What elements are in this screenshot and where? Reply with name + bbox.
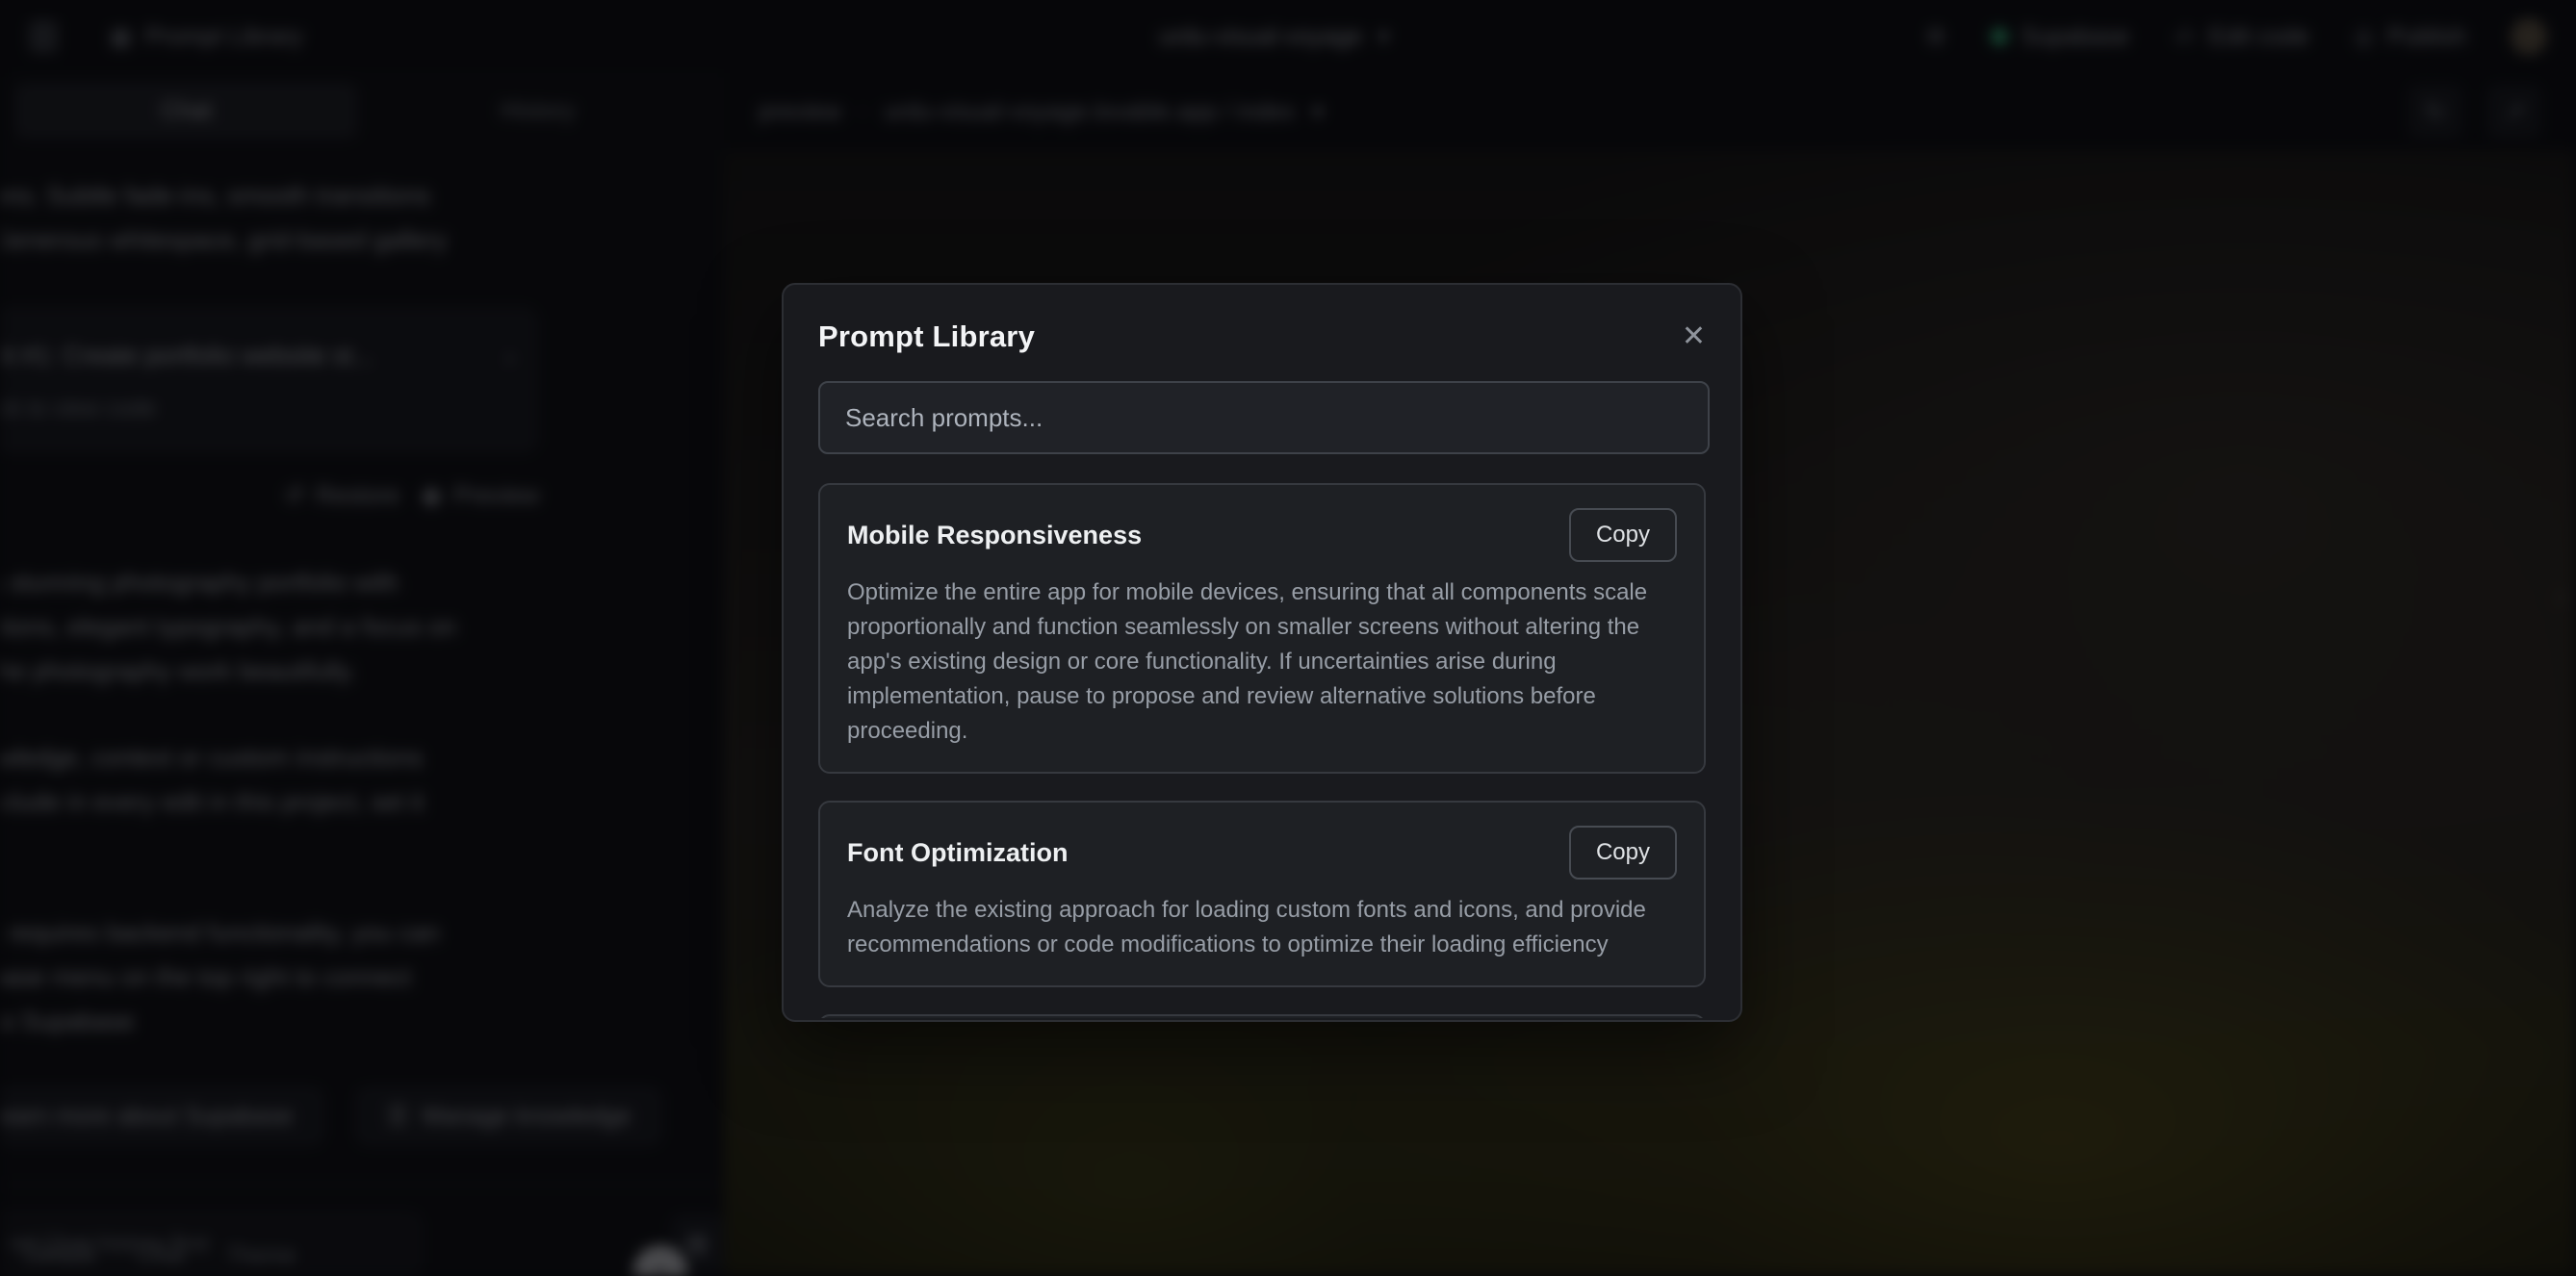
- copy-button[interactable]: Copy: [1569, 826, 1677, 880]
- search-input[interactable]: [818, 381, 1710, 454]
- prompt-card-mobile-responsiveness[interactable]: Mobile Responsiveness Copy Optimize the …: [818, 483, 1706, 774]
- prompt-title: Font Optimization: [847, 838, 1068, 868]
- prompt-library-modal: Prompt Library ✕ Mobile Responsiveness C…: [782, 283, 1742, 1022]
- screen: ▦ Prompt Library urdu-visual-voyage ▾ ⚙ …: [0, 0, 2576, 1276]
- prompt-description: Optimize the entire app for mobile devic…: [847, 575, 1677, 749]
- close-icon[interactable]: ✕: [1682, 322, 1706, 351]
- prompt-card-font-optimization[interactable]: Font Optimization Copy Analyze the exist…: [818, 801, 1706, 987]
- prompt-description: Analyze the existing approach for loadin…: [847, 893, 1677, 962]
- prompt-list: Mobile Responsiveness Copy Optimize the …: [818, 483, 1706, 1018]
- prompt-card-partial[interactable]: [818, 1014, 1706, 1018]
- prompt-title: Mobile Responsiveness: [847, 521, 1142, 550]
- copy-button[interactable]: Copy: [1569, 508, 1677, 562]
- modal-title: Prompt Library: [818, 319, 1035, 354]
